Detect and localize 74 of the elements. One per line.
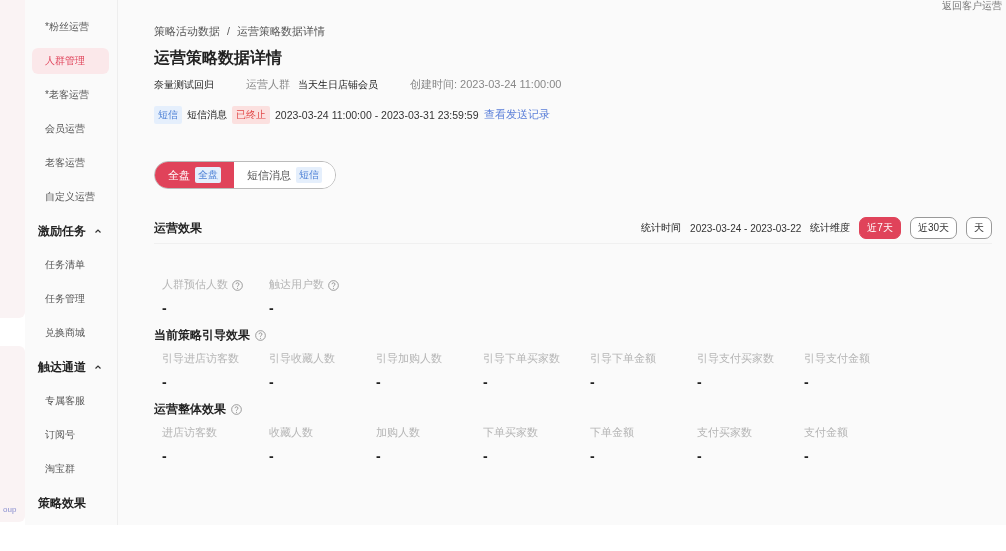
metric-value: - (483, 374, 489, 390)
nav-group[interactable]: 触达通道 (38, 354, 117, 380)
channel-name: 短信消息 (187, 108, 227, 122)
group-title: 当前策略引导效果 (154, 327, 250, 344)
group-title: 运营整体效果 (154, 401, 226, 418)
stat-time-range: 2023-03-24 - 2023-03-22 (690, 222, 802, 234)
metric-value: - (162, 448, 168, 464)
range-button[interactable]: 近30天 (909, 217, 957, 239)
help-icon[interactable] (328, 279, 339, 291)
metric-value: - (269, 300, 275, 316)
metric-label: 支付金额 (804, 426, 848, 440)
metric-value: - (162, 374, 168, 390)
range-button[interactable]: 近7天 (859, 217, 901, 239)
metric-label: 人群预估人数 (162, 278, 228, 292)
nav-item[interactable]: 专属客服 (32, 388, 109, 414)
range-button[interactable]: 天 (966, 217, 992, 239)
audience-value: 当天生日店铺会员 (298, 77, 378, 92)
nav-item[interactable]: 兑换商城 (32, 320, 109, 346)
metric-label: 进店访客数 (162, 426, 217, 440)
section-title: 运营效果 (154, 219, 202, 237)
metric-value: - (804, 374, 810, 390)
caret-icon (94, 227, 102, 235)
help-icon[interactable] (255, 330, 266, 341)
cut-text: oup (3, 505, 17, 514)
metric-label: 收藏人数 (269, 426, 313, 440)
nav-item[interactable]: 淘宝群 (32, 456, 109, 482)
segment-tag: 全盘 (195, 167, 221, 183)
nav-section[interactable]: 策略效果 (38, 490, 117, 516)
nav-item[interactable]: 任务清单 (32, 252, 109, 278)
strategy-name: 奈量测试回归 (154, 77, 214, 92)
segment-tab[interactable]: 短信消息 短信 (234, 162, 335, 188)
metric-value: - (376, 374, 382, 390)
stat-time-label: 统计时间 (641, 221, 682, 235)
metric-value: - (269, 448, 275, 464)
metric-value: - (804, 448, 810, 464)
caret-icon (94, 363, 102, 371)
page-title: 运营策略数据详情 (154, 48, 283, 68)
nav-item[interactable]: 任务管理 (32, 286, 109, 312)
help-icon[interactable] (232, 279, 243, 291)
metric-value: - (269, 374, 275, 390)
nav-item[interactable]: *粉丝运营 (32, 14, 109, 40)
segment-tab[interactable]: 全盘 全盘 (155, 162, 234, 188)
time-period: 2023-03-24 11:00:00 - 2023-03-31 23:59:59 (275, 109, 479, 121)
segment-tag: 短信 (296, 167, 322, 183)
metric-label: 下单买家数 (483, 426, 538, 440)
nav-item[interactable]: 订阅号 (32, 422, 109, 448)
send-record-link[interactable]: 查看发送记录 (483, 108, 550, 122)
nav-item[interactable]: 自定义运营 (32, 184, 109, 210)
stat-dimension-label: 统计维度 (810, 221, 851, 235)
breadcrumb-item[interactable]: 策略活动数据 (154, 25, 220, 39)
metric-label: 下单金额 (590, 426, 634, 440)
metric-label: 支付买家数 (697, 426, 752, 440)
metric-label: 加购人数 (376, 426, 420, 440)
back-link[interactable]: 返回客户运营 (942, 0, 1002, 11)
breadcrumb-item: 运营策略数据详情 (236, 25, 325, 39)
status-tag: 已终止 (232, 106, 270, 124)
created-time: 创建时间: 2023-03-24 11:00:00 (410, 77, 562, 92)
breadcrumb-separator: / (227, 25, 230, 39)
audience-label: 运营人群 (246, 77, 290, 92)
channel-tag: 短信 (154, 106, 182, 124)
metric-value: - (590, 374, 596, 390)
nav-item[interactable]: *老客运营 (32, 82, 109, 108)
nav-item[interactable]: 老客运营 (32, 150, 109, 176)
metric-label: 触达用户数 (269, 278, 324, 292)
nav-item[interactable]: 会员运营 (32, 116, 109, 142)
metric-value: - (590, 448, 596, 464)
metric-value: - (376, 448, 382, 464)
nav-group[interactable]: 激励任务 (38, 218, 117, 244)
nav-item[interactable]: 人群管理 (32, 48, 109, 74)
metric-value: - (483, 448, 489, 464)
metric-value: - (697, 374, 703, 390)
metric-value: - (697, 448, 703, 464)
metric-value: - (162, 300, 168, 316)
help-icon[interactable] (231, 404, 242, 415)
